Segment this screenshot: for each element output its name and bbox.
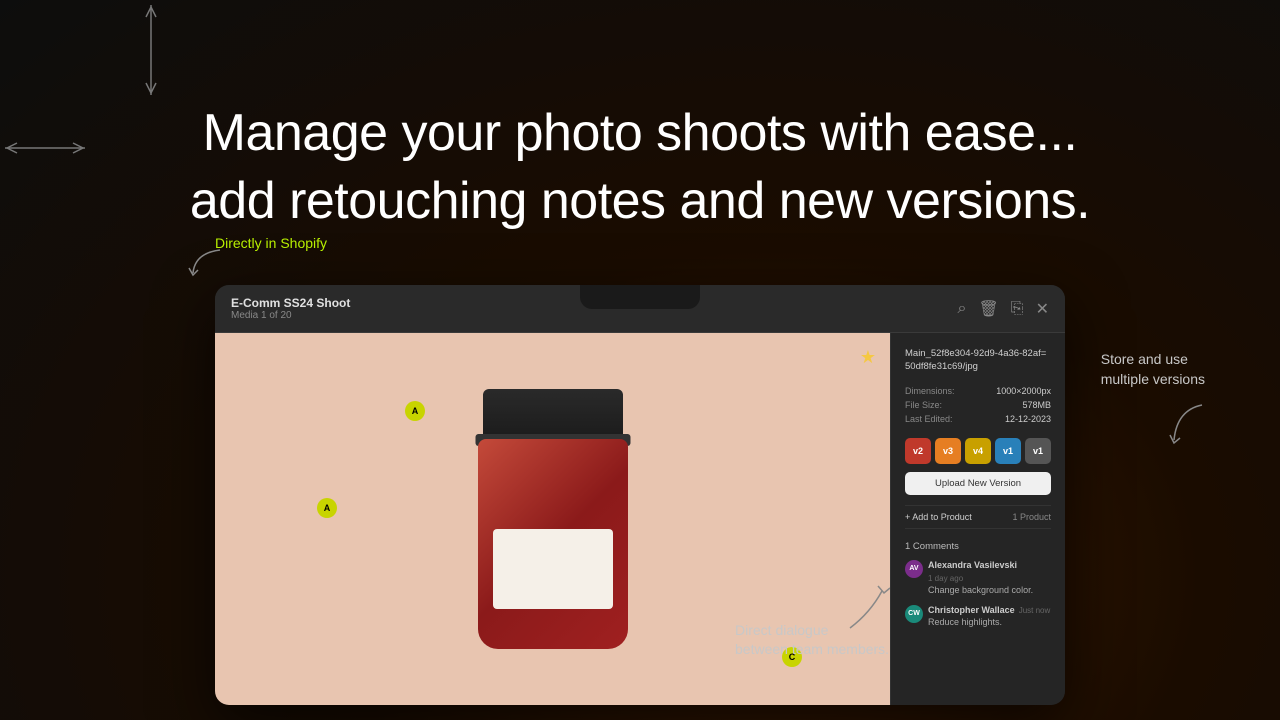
content-area: ★ A A C Main_52f8e304-92d9-4a36-82af=50d… xyxy=(215,333,1065,705)
dimensions-value: 1000×2000px xyxy=(980,386,1051,396)
app-window: E-Comm SS24 Shoot Media 1 of 20 ⌕ 🗑 ⎘ ✕ … xyxy=(215,285,1065,705)
comment-text-2: Reduce highlights. xyxy=(928,617,1050,627)
comment-text-1: Change background color. xyxy=(928,585,1051,595)
directly-text: Directly in Shopify xyxy=(215,235,327,251)
comment-header-1: Alexandra Vasilevski 1 day ago xyxy=(928,560,1051,583)
title-bar: E-Comm SS24 Shoot Media 1 of 20 ⌕ 🗑 ⎘ ✕ xyxy=(215,285,1065,333)
comment-item-1: AV Alexandra Vasilevski 1 day ago Change… xyxy=(905,560,1051,595)
product-image xyxy=(413,364,693,674)
camera-notch xyxy=(580,285,700,309)
curved-arrow-right xyxy=(1162,400,1212,455)
heading-line2: add retouching notes and new versions. xyxy=(190,172,1090,230)
add-to-product-row: + Add to Product 1 Product xyxy=(905,505,1051,529)
filesize-label: File Size: xyxy=(905,400,976,410)
comment-avatar-1: AV xyxy=(905,560,923,578)
upload-new-version-button[interactable]: Upload New Version xyxy=(905,472,1051,495)
product-count: 1 Product xyxy=(1012,512,1051,522)
title-bar-actions: ⌕ 🗑 ⎘ ✕ xyxy=(958,299,1050,319)
share-icon[interactable]: ⎘ xyxy=(1011,300,1024,318)
curved-arrow-dialogue xyxy=(840,583,890,638)
search-icon[interactable]: ⌕ xyxy=(958,300,967,318)
file-name: Main_52f8e304-92d9-4a36-82af=50df8fe31c6… xyxy=(905,347,1051,374)
close-icon[interactable]: ✕ xyxy=(1036,299,1049,319)
last-edited-value: 12-12-2023 xyxy=(980,414,1051,424)
filesize-value: 578MB xyxy=(980,400,1051,410)
add-to-product-link[interactable]: + Add to Product xyxy=(905,512,972,522)
curved-arrow-left xyxy=(185,248,225,283)
comment-avatar-2: CW xyxy=(905,605,923,623)
window-subtitle: Media 1 of 20 xyxy=(231,310,958,321)
comment-time-2: Just now xyxy=(1019,606,1051,615)
meta-grid: Dimensions: 1000×2000px File Size: 578MB… xyxy=(905,386,1051,424)
version-badge-v4[interactable]: v4 xyxy=(965,438,991,464)
jar-body xyxy=(478,439,628,649)
comments-title: 1 Comments xyxy=(905,541,1051,552)
version-badge-v1-gray[interactable]: v1 xyxy=(1025,438,1051,464)
comment-item-2: CW Christopher Wallace Just now Reduce h… xyxy=(905,605,1051,627)
store-text: Store and usemultiple versions xyxy=(1101,351,1205,387)
comment-content-2: Christopher Wallace Just now Reduce high… xyxy=(928,605,1050,627)
sidebar-panel: Main_52f8e304-92d9-4a36-82af=50df8fe31c6… xyxy=(890,333,1065,705)
store-label: Store and usemultiple versions xyxy=(1101,350,1205,389)
comments-section: 1 Comments AV Alexandra Vasilevski 1 day… xyxy=(905,541,1051,627)
heading-line1: Manage your photo shoots with ease... xyxy=(203,104,1078,162)
last-edited-label: Last Edited: xyxy=(905,414,976,424)
dimensions-label: Dimensions: xyxy=(905,386,976,396)
annotation-pin-a-top[interactable]: A xyxy=(405,401,425,421)
comment-name-1: Alexandra Vasilevski xyxy=(928,560,1017,570)
jar-label xyxy=(493,529,613,609)
version-badges: v2 v3 v4 v1 v1 xyxy=(905,438,1051,464)
version-badge-v2[interactable]: v2 xyxy=(905,438,931,464)
comment-header-2: Christopher Wallace Just now xyxy=(928,605,1050,615)
version-badge-v1-blue[interactable]: v1 xyxy=(995,438,1021,464)
trash-icon[interactable]: 🗑 xyxy=(978,299,998,319)
annotation-pin-a-bottom[interactable]: A xyxy=(317,498,337,518)
directly-label: Directly in Shopify xyxy=(215,235,327,251)
comment-time-1: 1 day ago xyxy=(928,574,963,583)
comment-name-2: Christopher Wallace xyxy=(928,605,1015,615)
vertical-resize-arrow xyxy=(143,5,159,100)
version-badge-v3[interactable]: v3 xyxy=(935,438,961,464)
main-heading: Manage your photo shoots with ease... ad… xyxy=(0,100,1280,235)
jar-container xyxy=(463,389,643,649)
comment-content-1: Alexandra Vasilevski 1 day ago Change ba… xyxy=(928,560,1051,595)
star-icon[interactable]: ★ xyxy=(860,347,876,368)
